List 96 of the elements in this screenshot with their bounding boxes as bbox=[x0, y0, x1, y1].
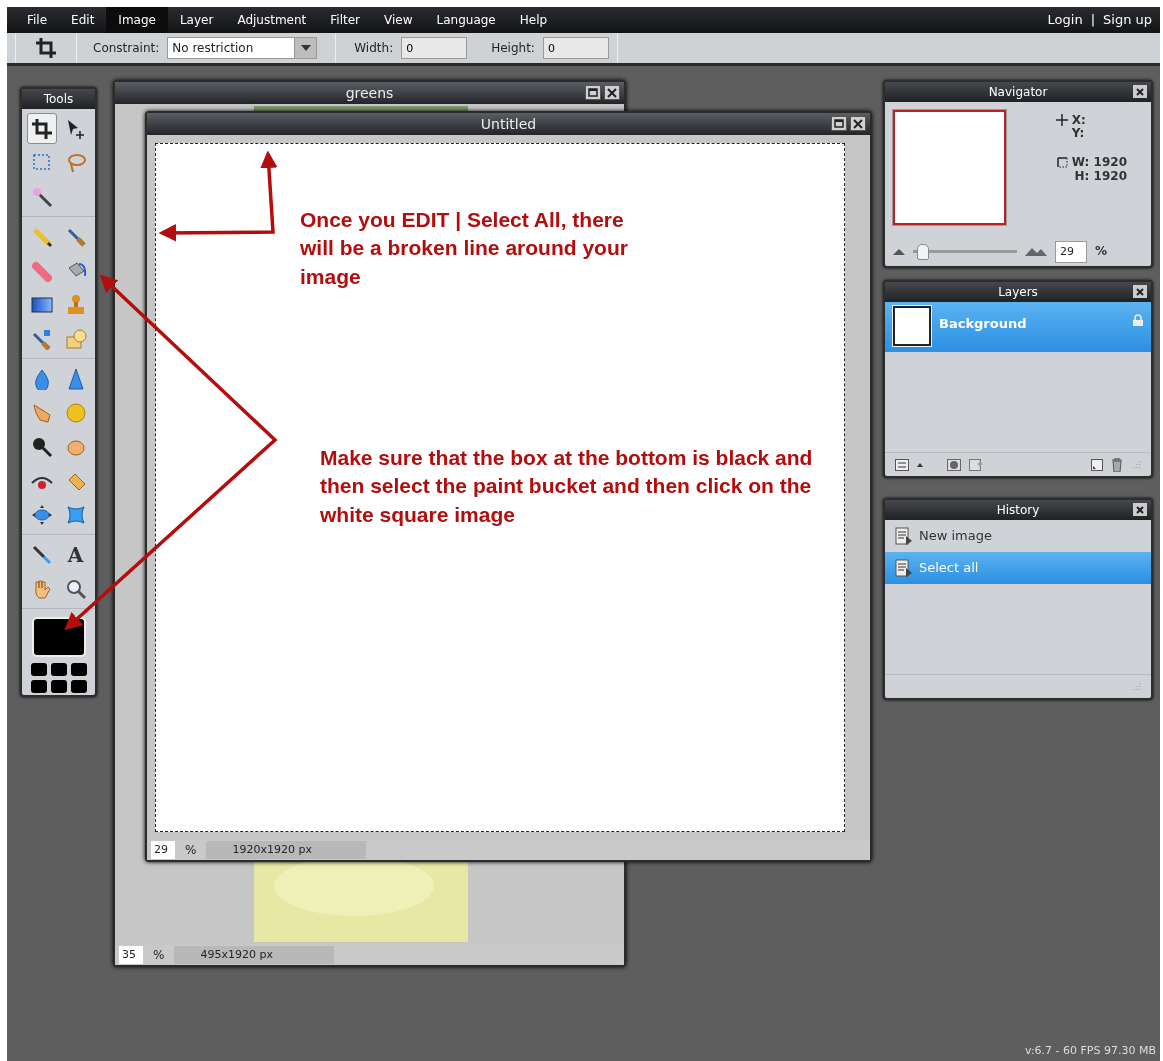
status-text: v:6.7 - 60 FPS 97.30 MB bbox=[1024, 1042, 1156, 1059]
close-icon bbox=[853, 118, 863, 129]
resize-grip-icon[interactable] bbox=[1131, 681, 1141, 692]
menu-item[interactable]: Layer bbox=[167, 7, 226, 33]
menu-item[interactable]: View bbox=[372, 7, 425, 33]
crosshair-icon bbox=[1055, 114, 1068, 126]
close-button[interactable] bbox=[604, 85, 620, 100]
width-readout: W: 1920 bbox=[1071, 156, 1127, 170]
preset-swatch[interactable] bbox=[70, 680, 87, 693]
sponge-icon bbox=[64, 401, 87, 424]
crop-icon[interactable] bbox=[34, 36, 58, 60]
layer-name: Background bbox=[939, 315, 1028, 333]
zoom-unit: % bbox=[153, 947, 165, 964]
window-title: greens bbox=[115, 82, 624, 104]
separator-text: | bbox=[1090, 11, 1095, 30]
login-link[interactable]: Login bbox=[1047, 10, 1083, 30]
dimensions-icon bbox=[1055, 156, 1068, 169]
maximize-icon bbox=[588, 88, 598, 97]
panel-title: Layers bbox=[885, 282, 1151, 302]
history-item[interactable]: New image bbox=[885, 520, 1151, 552]
zoom-field[interactable]: 29 bbox=[151, 841, 175, 859]
maximize-button[interactable] bbox=[585, 85, 601, 100]
menu-item[interactable]: Help bbox=[507, 7, 560, 33]
tool-button[interactable] bbox=[26, 113, 57, 144]
slider-thumb[interactable] bbox=[917, 244, 930, 260]
menu-item[interactable]: Filter bbox=[318, 7, 373, 33]
pencil-icon bbox=[30, 225, 53, 248]
magnifier-icon bbox=[30, 435, 53, 458]
close-icon bbox=[1136, 287, 1144, 296]
trash-icon[interactable] bbox=[1111, 457, 1123, 472]
zoom-out-icon bbox=[893, 249, 905, 255]
mask-icon[interactable] bbox=[947, 458, 961, 471]
shapes-icon bbox=[64, 327, 87, 350]
image-size: 1920x1920 px bbox=[206, 841, 367, 859]
close-icon bbox=[607, 87, 617, 98]
brush-icon bbox=[30, 327, 53, 350]
zoom-field[interactable]: 35 bbox=[119, 946, 143, 964]
zoom-unit: % bbox=[185, 842, 197, 859]
resize-grip-icon[interactable] bbox=[1131, 459, 1141, 470]
eyedropper-icon bbox=[30, 543, 53, 566]
wand-icon bbox=[30, 185, 53, 208]
sliders-icon[interactable] bbox=[895, 458, 909, 471]
close-icon bbox=[1136, 87, 1144, 96]
preset-swatch[interactable] bbox=[50, 663, 67, 676]
tool-button[interactable]: A bbox=[60, 539, 91, 570]
x-label: X: bbox=[1071, 114, 1086, 128]
window-title: Untitled bbox=[147, 113, 870, 135]
history-label: New image bbox=[919, 527, 992, 546]
close-icon bbox=[1136, 505, 1144, 514]
y-label: Y: bbox=[1071, 127, 1086, 141]
close-button[interactable] bbox=[1133, 285, 1147, 298]
menu-item[interactable]: Adjustment bbox=[225, 7, 319, 33]
crop-icon bbox=[30, 117, 53, 140]
preset-swatch[interactable] bbox=[50, 680, 67, 693]
zoom-icon bbox=[64, 577, 87, 600]
zoom-in-icon bbox=[1025, 248, 1047, 256]
width-field[interactable]: 0 bbox=[401, 37, 468, 59]
eraser-icon bbox=[30, 259, 53, 282]
maximize-icon bbox=[834, 119, 844, 128]
history-label: Select all bbox=[919, 559, 979, 578]
finger-icon bbox=[30, 401, 53, 424]
menu-item[interactable]: File bbox=[15, 7, 60, 33]
panel-title: History bbox=[885, 500, 1151, 520]
caret-icon bbox=[300, 45, 311, 51]
color-swatch[interactable] bbox=[31, 617, 86, 657]
height-label: Height: bbox=[491, 40, 535, 57]
zoom-unit: % bbox=[1095, 245, 1108, 259]
type-tool-glyph: A bbox=[67, 544, 84, 565]
new-layer-icon[interactable] bbox=[1091, 458, 1103, 471]
image-size: 495x1920 px bbox=[174, 946, 335, 964]
document-icon bbox=[895, 559, 913, 577]
layer-thumbnail bbox=[893, 306, 931, 346]
annotation-text: Make sure that the box at the bottom is black and then select the paint bucket and then click on the white square image bbox=[320, 445, 814, 528]
width-label: Width: bbox=[354, 40, 394, 57]
constraint-label: Constraint: bbox=[93, 40, 160, 57]
height-readout: H: 1920 bbox=[1074, 169, 1127, 183]
constraint-dropdown[interactable]: No restriction bbox=[167, 37, 318, 59]
menu-item[interactable]: Image bbox=[106, 7, 168, 33]
maximize-button[interactable] bbox=[831, 116, 847, 131]
caret-icon[interactable] bbox=[917, 462, 923, 467]
menu-item[interactable]: Language bbox=[424, 7, 508, 33]
menu-item[interactable]: Edit bbox=[59, 7, 107, 33]
close-button[interactable] bbox=[850, 116, 866, 131]
close-button[interactable] bbox=[1133, 85, 1147, 98]
zoom-field[interactable]: 29 bbox=[1055, 241, 1087, 263]
document-icon bbox=[895, 527, 913, 545]
panel-title: Navigator bbox=[885, 82, 1151, 102]
close-button[interactable] bbox=[1133, 503, 1147, 516]
annotation-text: Once you EDIT | Select All, there will be a broken line around your image bbox=[300, 207, 629, 290]
effects-icon[interactable] bbox=[969, 458, 983, 471]
preset-swatch[interactable] bbox=[70, 663, 87, 676]
panel-title: Tools bbox=[22, 89, 95, 109]
preset-swatch[interactable] bbox=[30, 680, 47, 693]
height-field[interactable]: 0 bbox=[542, 37, 609, 59]
signup-link[interactable]: Sign up bbox=[1103, 10, 1152, 30]
preset-swatch[interactable] bbox=[30, 663, 47, 676]
